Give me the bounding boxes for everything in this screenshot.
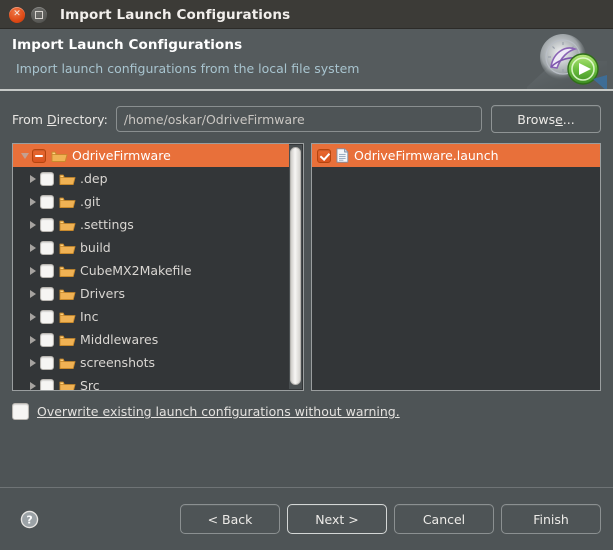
file-icon xyxy=(336,148,349,163)
chevron-down-icon[interactable] xyxy=(18,152,32,159)
folder-icon xyxy=(59,172,76,186)
window-title: Import Launch Configurations xyxy=(60,6,291,23)
tree-scrollbar-thumb[interactable] xyxy=(290,147,301,385)
file-list-row[interactable]: OdriveFirmware.launch xyxy=(312,144,600,167)
tree-row-checkbox[interactable] xyxy=(40,171,54,186)
folder-icon xyxy=(59,310,76,324)
wizard-header: Import Launch Configurations Import laun… xyxy=(0,29,613,89)
chevron-right-icon[interactable] xyxy=(26,335,40,344)
back-button[interactable]: < Back xyxy=(180,504,280,534)
folder-icon xyxy=(59,333,76,347)
from-directory-label: From Directory: xyxy=(12,112,108,127)
svg-text:?: ? xyxy=(26,513,32,526)
directory-tree-panel[interactable]: OdriveFirmware .dep .git .settings build Cube… xyxy=(12,143,304,391)
tree-row-checkbox[interactable] xyxy=(32,148,46,163)
tree-row-checkbox[interactable] xyxy=(40,286,54,301)
folder-icon xyxy=(59,241,76,255)
close-icon[interactable]: ✕ xyxy=(9,6,25,23)
file-row-checkbox[interactable] xyxy=(317,148,331,163)
tree-row[interactable]: OdriveFirmware xyxy=(13,144,289,167)
overwrite-checkbox[interactable] xyxy=(12,403,29,420)
tree-row[interactable]: build xyxy=(13,236,289,259)
file-row-label: OdriveFirmware.launch xyxy=(354,148,499,163)
cancel-button[interactable]: Cancel xyxy=(394,504,494,534)
chevron-right-icon[interactable] xyxy=(26,312,40,321)
tree-row-label: build xyxy=(80,240,111,255)
browse-button[interactable]: Browse... xyxy=(491,105,601,133)
tree-row-checkbox[interactable] xyxy=(40,378,54,390)
tree-row-checkbox[interactable] xyxy=(40,194,54,209)
chevron-right-icon[interactable] xyxy=(26,197,40,206)
tree-row[interactable]: CubeMX2Makefile xyxy=(13,259,289,282)
overwrite-label-mnemonic: O xyxy=(37,404,47,419)
tree-row-label: .settings xyxy=(80,217,134,232)
tree-row-checkbox[interactable] xyxy=(40,355,54,370)
tree-row-label: OdriveFirmware xyxy=(72,148,171,163)
maximize-icon[interactable] xyxy=(31,6,47,23)
browse-label-prefix: Brows xyxy=(517,111,556,127)
tree-row[interactable]: screenshots xyxy=(13,351,289,374)
from-directory-input[interactable] xyxy=(115,106,482,132)
browse-label-mnemonic: e xyxy=(555,111,563,127)
from-directory-label-suffix: irectory: xyxy=(56,111,108,127)
launch-files-panel[interactable]: OdriveFirmware.launch xyxy=(311,143,601,391)
tree-row-label: .git xyxy=(80,194,101,209)
help-icon[interactable]: ? xyxy=(20,510,39,529)
tree-row-checkbox[interactable] xyxy=(40,309,54,324)
dialog-body: From Directory: Browse... OdriveFirmware… xyxy=(0,91,613,487)
tree-row-checkbox[interactable] xyxy=(40,263,54,278)
folder-icon xyxy=(59,356,76,370)
chevron-right-icon[interactable] xyxy=(26,289,40,298)
tree-row-checkbox[interactable] xyxy=(40,332,54,347)
selection-panels: OdriveFirmware .dep .git .settings build Cube… xyxy=(12,143,601,391)
chevron-right-icon[interactable] xyxy=(26,266,40,275)
tree-row-label: Drivers xyxy=(80,286,125,301)
overwrite-label-text: verwrite existing launch configurations … xyxy=(46,404,400,419)
chevron-right-icon[interactable] xyxy=(26,243,40,252)
tree-row-checkbox[interactable] xyxy=(40,217,54,232)
tree-row-label: .dep xyxy=(80,171,108,186)
import-launch-configurations-dialog: ✕ Import Launch Configurations Import La… xyxy=(0,0,613,550)
maximize-glyph xyxy=(35,10,43,19)
footer-buttons: < Back Next > Cancel Finish xyxy=(180,504,601,534)
launch-files-list[interactable]: OdriveFirmware.launch xyxy=(312,144,600,167)
tree-row[interactable]: Inc xyxy=(13,305,289,328)
next-button[interactable]: Next > xyxy=(287,504,387,534)
tree-row-label: Inc xyxy=(80,309,99,324)
tree-row[interactable]: .git xyxy=(13,190,289,213)
overwrite-row[interactable]: Overwrite existing launch configurations… xyxy=(12,403,601,420)
browse-label-suffix: ... xyxy=(562,111,575,127)
tree-row[interactable]: .dep xyxy=(13,167,289,190)
title-bar: ✕ Import Launch Configurations xyxy=(0,0,613,29)
chevron-right-icon[interactable] xyxy=(26,174,40,183)
close-glyph: ✕ xyxy=(13,9,21,19)
chevron-right-icon[interactable] xyxy=(26,220,40,229)
directory-tree[interactable]: OdriveFirmware .dep .git .settings build Cube… xyxy=(13,144,289,390)
chevron-right-icon[interactable] xyxy=(26,381,40,390)
from-directory-label-prefix: From xyxy=(12,111,47,127)
overwrite-label: Overwrite existing launch configurations… xyxy=(37,404,400,419)
launch-configurations-wizard-icon xyxy=(527,34,607,89)
tree-scrollbar[interactable] xyxy=(289,145,302,389)
tree-row[interactable]: Drivers xyxy=(13,282,289,305)
tree-row-checkbox[interactable] xyxy=(40,240,54,255)
folder-icon xyxy=(59,379,76,390)
folder-icon xyxy=(51,149,68,163)
tree-row[interactable]: .settings xyxy=(13,213,289,236)
dialog-footer: ? < Back Next > Cancel Finish xyxy=(0,488,613,550)
folder-icon xyxy=(59,195,76,209)
tree-row-label: Src xyxy=(80,378,100,390)
from-directory-label-mnemonic: D xyxy=(46,111,57,127)
tree-row-label: Middlewares xyxy=(80,332,159,347)
chevron-right-icon[interactable] xyxy=(26,358,40,367)
folder-icon xyxy=(59,218,76,232)
finish-button[interactable]: Finish xyxy=(501,504,601,534)
tree-row[interactable]: Src xyxy=(13,374,289,390)
folder-icon xyxy=(59,264,76,278)
tree-row-label: screenshots xyxy=(80,355,156,370)
tree-row-label: CubeMX2Makefile xyxy=(80,263,192,278)
from-directory-row: From Directory: Browse... xyxy=(12,105,601,133)
tree-row[interactable]: Middlewares xyxy=(13,328,289,351)
folder-icon xyxy=(59,287,76,301)
